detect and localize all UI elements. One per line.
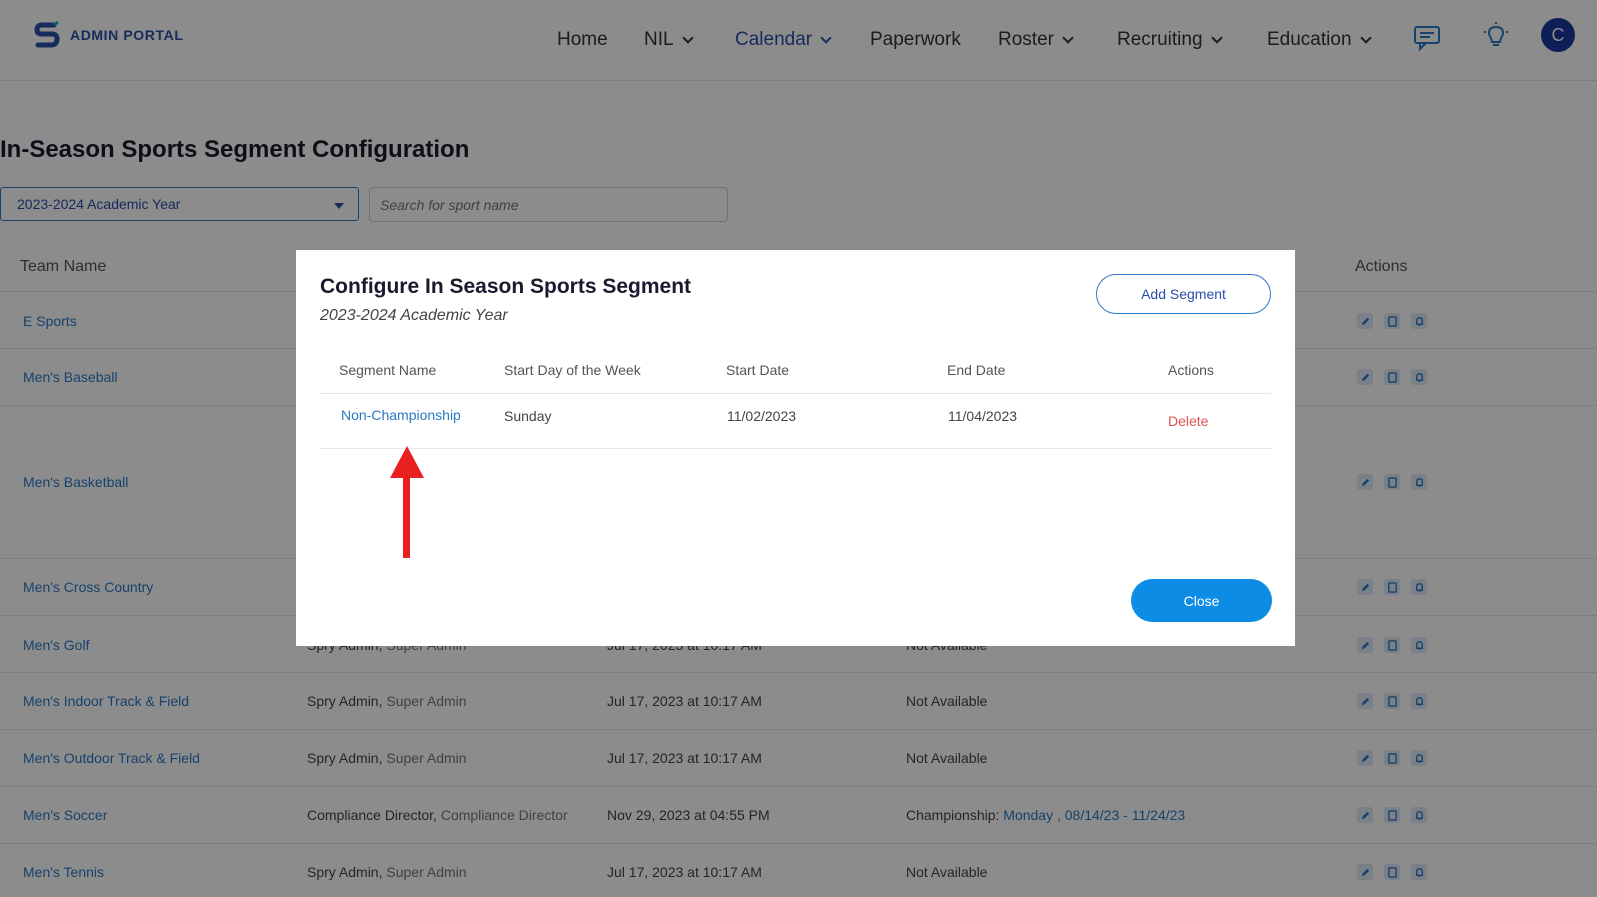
segment-end-date: 11/04/2023: [948, 408, 1018, 424]
modal-title: Configure In Season Sports Segment: [320, 275, 692, 298]
annotation-arrow-icon: [390, 446, 424, 558]
add-segment-button[interactable]: Add Segment: [1096, 274, 1271, 314]
configure-segment-modal: Configure In Season Sports Segment 2023-…: [296, 250, 1295, 646]
table-divider: [320, 393, 1271, 394]
segment-start-day: Sunday: [504, 408, 552, 424]
segment-start-date: 11/02/2023: [727, 408, 797, 424]
column-header-actions: Actions: [1168, 362, 1214, 378]
table-divider: [320, 448, 1271, 449]
segment-name-link[interactable]: Non-Championship: [341, 407, 461, 423]
modal-subtitle: 2023-2024 Academic Year: [320, 307, 508, 324]
delete-segment-link[interactable]: Delete: [1168, 413, 1208, 429]
column-header-start-day: Start Day of the Week: [504, 362, 641, 378]
column-header-start-date: Start Date: [726, 362, 790, 378]
column-header-end-date: End Date: [947, 362, 1006, 378]
close-modal-button[interactable]: Close: [1131, 579, 1272, 622]
column-header-segment-name: Segment Name: [339, 362, 437, 378]
